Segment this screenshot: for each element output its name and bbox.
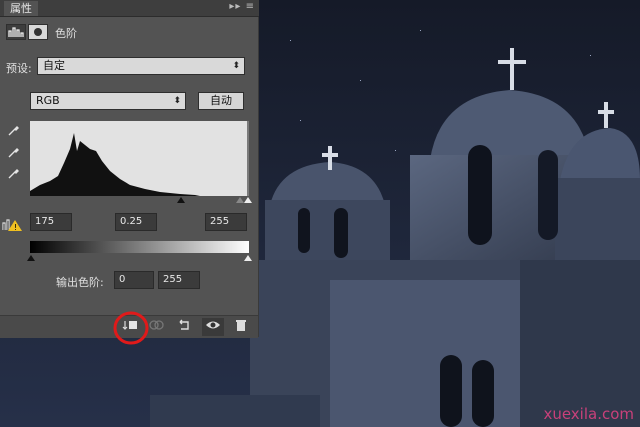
input-white-field[interactable]: 255 (205, 213, 247, 231)
star (590, 55, 591, 56)
eye-icon[interactable] (202, 318, 224, 336)
input-gamma-field[interactable]: 0.25 (115, 213, 157, 231)
black-output-slider[interactable] (27, 255, 35, 261)
input-black-field[interactable]: 175 (30, 213, 72, 231)
output-levels-label: 输出色阶: (56, 276, 104, 289)
star (300, 120, 301, 121)
white-output-slider[interactable] (244, 255, 252, 261)
white-point-eyedropper-icon[interactable] (6, 165, 22, 181)
levels-adjustment-icon[interactable] (6, 24, 26, 40)
preset-select[interactable]: 自定 ⬍ (37, 57, 245, 75)
channel-select[interactable]: RGB ⬍ (30, 92, 186, 110)
star (290, 40, 291, 41)
panel-menu-icon[interactable]: ▸▸ ≡ (229, 1, 255, 12)
output-gradient-bar (30, 241, 249, 253)
star (360, 80, 361, 81)
output-black-field[interactable]: 0 (114, 271, 154, 289)
panel-tab-bar: 属性 ▸▸ ≡ (0, 0, 259, 17)
auto-button[interactable]: 自动 (198, 92, 244, 110)
properties-panel: 属性 ▸▸ ≡ 色阶 预设: 自定 ⬍ RGB ⬍ 自动 ! 175 0.25 … (0, 0, 259, 338)
midtone-input-slider[interactable] (236, 197, 244, 203)
gray-point-eyedropper-icon[interactable] (6, 144, 22, 160)
trash-icon[interactable] (230, 318, 252, 336)
histogram-graph (30, 121, 249, 196)
white-input-slider[interactable] (244, 197, 252, 203)
reset-icon[interactable] (173, 318, 195, 336)
star (420, 30, 421, 31)
black-input-slider[interactable] (177, 197, 185, 203)
preset-value: 自定 (43, 59, 65, 72)
output-white-field[interactable]: 255 (158, 271, 200, 289)
select-arrows-icon: ⬍ (232, 61, 240, 71)
star (395, 150, 396, 151)
channel-value: RGB (36, 94, 60, 107)
levels-histogram (30, 121, 249, 196)
preset-label: 预设: (6, 62, 32, 75)
panel-title: 色阶 (55, 27, 77, 40)
layer-mask-icon[interactable] (28, 24, 48, 40)
tab-properties[interactable]: 属性 (4, 1, 38, 16)
watermark: xuexila.com (543, 405, 634, 423)
black-point-eyedropper-icon[interactable] (6, 122, 22, 138)
select-arrows-icon: ⬍ (173, 96, 181, 106)
clipping-warning-icon[interactable]: ! (2, 218, 24, 232)
highlight-circle (113, 311, 149, 345)
svg-text:!: ! (14, 223, 17, 232)
